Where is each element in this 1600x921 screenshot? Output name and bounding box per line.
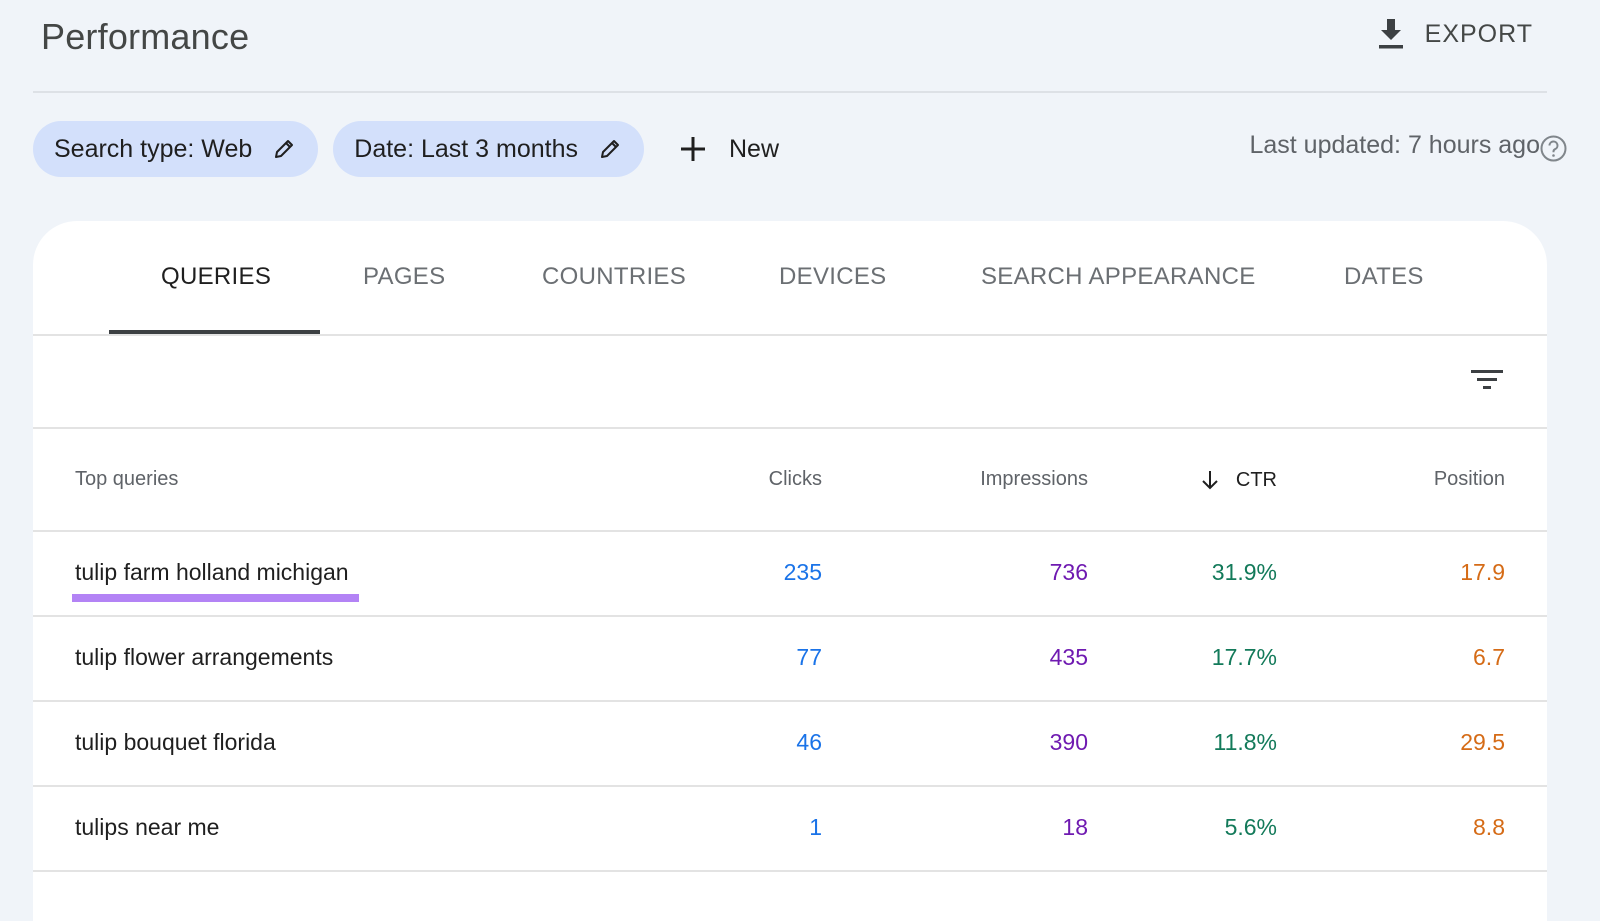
query-cell: tulip flower arrangements (75, 644, 334, 670)
impressions-cell: 18 (1062, 814, 1088, 840)
download-icon (1378, 19, 1403, 49)
tab-devices[interactable]: DEVICES (779, 263, 886, 291)
tab-countries[interactable]: COUNTRIES (542, 263, 686, 291)
position-cell: 8.8 (1473, 814, 1505, 840)
table-row[interactable]: tulips near me 1 18 5.6% 8.8 (33, 787, 1547, 872)
table-row[interactable]: tulip farm holland michigan 235 736 31.9… (33, 532, 1547, 617)
highlight-underline (72, 594, 359, 602)
search-type-chip[interactable]: Search type: Web (33, 121, 319, 177)
pencil-icon (275, 140, 294, 158)
filter-bar: Search type: Web Date: Last 3 months New (33, 121, 779, 177)
ctr-cell: 5.6% (1224, 814, 1277, 840)
export-label: EXPORT (1424, 19, 1533, 48)
sort-descending-icon (1202, 471, 1218, 490)
export-button[interactable]: EXPORT (1375, 14, 1533, 54)
query-cell: tulips near me (75, 814, 220, 840)
ctr-cell: 31.9% (1211, 559, 1277, 585)
tab-dates[interactable]: DATES (1344, 263, 1424, 291)
column-header-clicks[interactable]: Clicks (769, 468, 822, 491)
date-chip[interactable]: Date: Last 3 months (333, 121, 644, 177)
table-row[interactable]: tulip bouquet florida 46 390 11.8% 29.5 (33, 702, 1547, 787)
dimension-tabs: QUERIES PAGES COUNTRIES DEVICES SEARCH A… (33, 221, 1547, 336)
help-icon[interactable] (1540, 135, 1567, 162)
clicks-cell: 46 (796, 729, 822, 755)
table-toolbar (33, 336, 1547, 429)
column-label: CTR (1235, 468, 1277, 491)
last-updated-text: Last updated: 7 hours ago (1249, 131, 1540, 159)
position-cell: 17.9 (1460, 559, 1505, 585)
impressions-cell: 390 (1049, 729, 1088, 755)
tab-queries[interactable]: QUERIES (161, 263, 271, 291)
chip-label: Search type: Web (54, 134, 253, 163)
results-card: QUERIES PAGES COUNTRIES DEVICES SEARCH A… (33, 221, 1547, 921)
column-header-position[interactable]: Position (1434, 468, 1505, 491)
column-header-impressions[interactable]: Impressions (980, 468, 1088, 491)
filter-icon[interactable] (1469, 362, 1505, 398)
ctr-cell: 11.8% (1213, 729, 1277, 755)
chip-label: Date: Last 3 months (354, 134, 578, 163)
table-header: Top queries Clicks Impressions CTR Posit… (33, 429, 1547, 532)
clicks-cell: 1 (809, 814, 822, 840)
position-cell: 29.5 (1460, 729, 1505, 755)
impressions-cell: 736 (1049, 559, 1088, 585)
new-filter-button[interactable]: New (679, 135, 779, 164)
query-cell: tulip farm holland michigan (75, 559, 349, 585)
table-row[interactable]: tulip flower arrangements 77 435 17.7% 6… (33, 617, 1547, 702)
tab-search-appearance[interactable]: SEARCH APPEARANCE (981, 263, 1256, 291)
clicks-cell: 235 (783, 559, 822, 585)
column-header-query[interactable]: Top queries (75, 468, 178, 491)
position-cell: 6.7 (1473, 644, 1505, 670)
tab-pages[interactable]: PAGES (363, 263, 445, 291)
column-header-ctr[interactable]: CTR (1198, 468, 1277, 492)
plus-icon (681, 137, 705, 161)
impressions-cell: 435 (1049, 644, 1088, 670)
ctr-cell: 17.7% (1211, 644, 1277, 670)
page-title: Performance (41, 16, 250, 57)
new-label: New (729, 134, 780, 163)
pencil-icon (601, 140, 619, 158)
page-header: Performance EXPORT (33, 0, 1547, 93)
clicks-cell: 77 (796, 644, 822, 670)
query-cell: tulip bouquet florida (75, 729, 276, 755)
active-tab-indicator (109, 330, 320, 334)
